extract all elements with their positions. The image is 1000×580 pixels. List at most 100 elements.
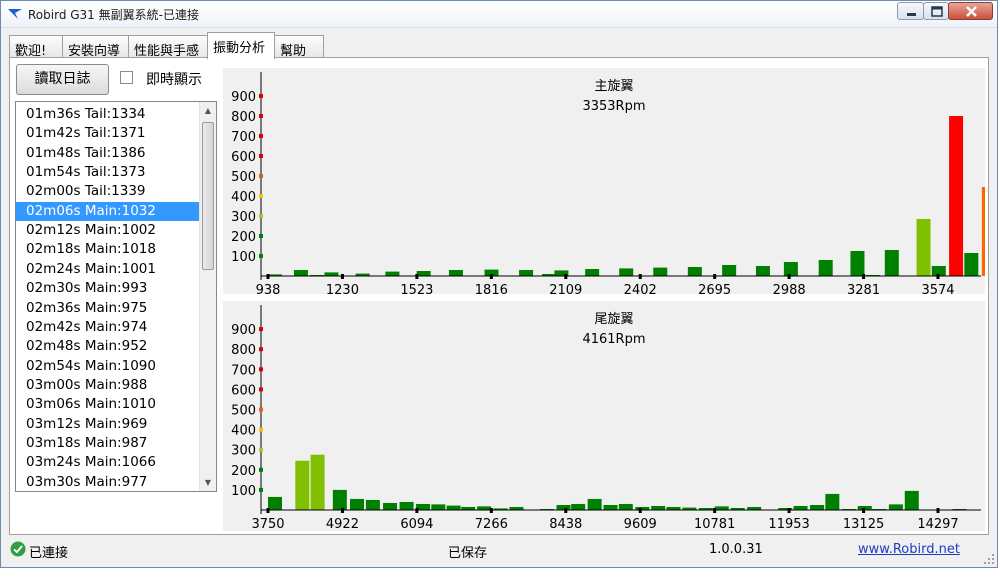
title-bar[interactable]: Robird G31 無副翼系統-已連接 [1,1,997,28]
log-list-item[interactable]: 01m42s Tail:1371 [16,124,199,143]
main-rotor-bar [687,267,702,276]
main-rotor-y-tick-mark [259,234,263,238]
tail-rotor-bar [399,501,414,510]
log-list-item[interactable]: 02m42s Main:974 [16,318,199,337]
log-list-item[interactable]: 03m06s Main:1010 [16,395,199,414]
tail-rotor-bar [477,506,492,510]
main-rotor-x-tick-label: 2695 [698,283,731,294]
tail-rotor-bar [587,498,602,510]
log-list-item[interactable]: 03m12s Main:969 [16,415,199,434]
log-list-item[interactable]: 03m30s Main:977 [16,473,199,491]
log-list-item[interactable]: 01m54s Tail:1373 [16,163,199,182]
website-link[interactable]: www.Robird.net [858,542,960,557]
tail-rotor-bar [810,504,825,510]
tab-performance[interactable]: 性能與手感 [128,35,208,59]
maximize-icon [931,6,943,17]
tail-rotor-x-tick-mark [564,508,568,513]
log-list-item[interactable]: 02m12s Main:1002 [16,221,199,240]
minimize-button[interactable] [897,2,924,20]
save-status: 已保存 [448,546,488,561]
realtime-checkbox[interactable] [120,71,133,84]
log-list-item[interactable]: 02m48s Main:952 [16,337,199,356]
tail-rotor-rpm-label: 4161Rpm [582,332,645,347]
log-list-item[interactable]: 03m00s Main:988 [16,376,199,395]
main-rotor-x-tick-label: 2402 [624,283,657,294]
tab-help[interactable]: 幫助 [274,35,324,59]
tail-rotor-bar [383,502,398,510]
tail-rotor-bar [888,504,903,510]
tail-rotor-bar [365,499,380,510]
main-rotor-x-tick-mark [564,274,568,279]
log-list-item[interactable]: 01m48s Tail:1386 [16,144,199,163]
tail-rotor-bar [571,503,586,510]
main-window: Robird G31 無副翼系統-已連接 歡迎! 安裝向導 性能與手感 振動分析… [0,0,998,568]
main-rotor-y-tick-label: 100 [231,250,256,265]
tail-rotor-x-tick-label: 9609 [624,517,657,531]
log-list-item[interactable]: 02m24s Main:1001 [16,260,199,279]
log-list-item[interactable]: 02m36s Main:975 [16,299,199,318]
tail-rotor-y-tick-mark [259,467,263,472]
main-rotor-y-tick-mark [259,214,263,218]
realtime-label: 即時顯示 [146,72,202,88]
tail-rotor-bar [295,460,310,510]
main-rotor-bar [585,269,600,276]
main-rotor-bar [293,270,308,276]
tail-rotor-x-tick-label: 11953 [768,517,809,531]
tail-rotor-bar [349,498,364,510]
scroll-up-arrow-icon[interactable]: ▲ [200,102,216,119]
main-rotor-y-tick-mark [259,134,263,138]
main-rotor-x-tick-mark [713,274,717,279]
tab-setup-wizard[interactable]: 安裝向導 [62,35,129,59]
tail-rotor-x-tick-mark [936,508,940,513]
tail-rotor-y-tick-label: 300 [231,444,256,459]
log-list-item[interactable]: 02m06s Main:1032 [16,201,199,221]
main-rotor-bar [619,268,634,276]
main-rotor-bar [448,270,463,276]
window-title: Robird G31 無副翼系統-已連接 [28,8,199,22]
log-list-item[interactable]: 02m18s Main:1018 [16,240,199,259]
main-rotor-bar [916,219,931,276]
resize-grip-icon[interactable] [983,553,995,565]
tail-rotor-y-tick-label: 500 [231,404,256,419]
close-button[interactable] [948,2,993,20]
tail-rotor-y-tick-label: 900 [231,323,256,338]
tail-rotor-x-tick-mark [862,508,866,513]
version-label: 1.0.0.31 [709,542,763,557]
main-rotor-x-tick-label: 938 [256,283,281,294]
main-rotor-y-tick-mark [259,194,263,198]
tail-rotor-x-tick-label: 14297 [917,517,958,531]
log-list-item[interactable]: 02m54s Main:1090 [16,357,199,376]
main-rotor-bar [818,260,833,276]
tail-rotor-bar [268,496,282,510]
log-listbox[interactable]: 01m36s Tail:1334 01m42s Tail:1371 01m48s T… [15,101,217,492]
tail-rotor-y-tick-label: 700 [231,363,256,378]
tail-rotor-bar [618,503,633,510]
tail-rotor-bar [793,505,808,510]
log-list-item[interactable]: 01m36s Tail:1334 [16,105,199,124]
log-list-item[interactable]: 02m30s Main:993 [16,279,199,298]
main-rotor-bar [519,270,534,276]
log-list-item[interactable]: 02m00s Tail:1339 [16,182,199,201]
log-list-item[interactable]: 03m18s Main:987 [16,434,199,453]
scroll-thumb[interactable] [202,122,214,270]
tail-rotor-bar [603,504,618,510]
main-rotor-y-tick-mark [259,154,263,158]
main-rotor-title: 主旋翼 [594,79,633,94]
tail-rotor-y-tick-mark [259,327,263,332]
tail-rotor-bar [446,505,461,510]
list-scrollbar[interactable]: ▲ ▼ [199,102,216,491]
read-log-button[interactable]: 讀取日誌 [16,64,109,95]
maximize-button[interactable] [923,2,949,20]
main-rotor-x-tick-mark [489,274,493,279]
tab-welcome[interactable]: 歡迎! [9,35,63,59]
main-rotor-bar [755,266,770,276]
main-rotor-y-tick-mark [259,114,263,118]
minimize-icon [907,13,916,16]
tail-rotor-bar [332,489,347,510]
scroll-down-arrow-icon[interactable]: ▼ [200,474,216,491]
log-list-item[interactable]: 03m24s Main:1066 [16,453,199,472]
vibration-tab-page: 讀取日誌 即時顯示 01m36s Tail:1334 01m42s Tail:13… [9,57,989,535]
main-rotor-x-tick-mark [340,274,344,279]
tab-vibration-analysis[interactable]: 振動分析 [207,32,275,59]
tail-rotor-x-tick-label: 4922 [326,517,359,531]
